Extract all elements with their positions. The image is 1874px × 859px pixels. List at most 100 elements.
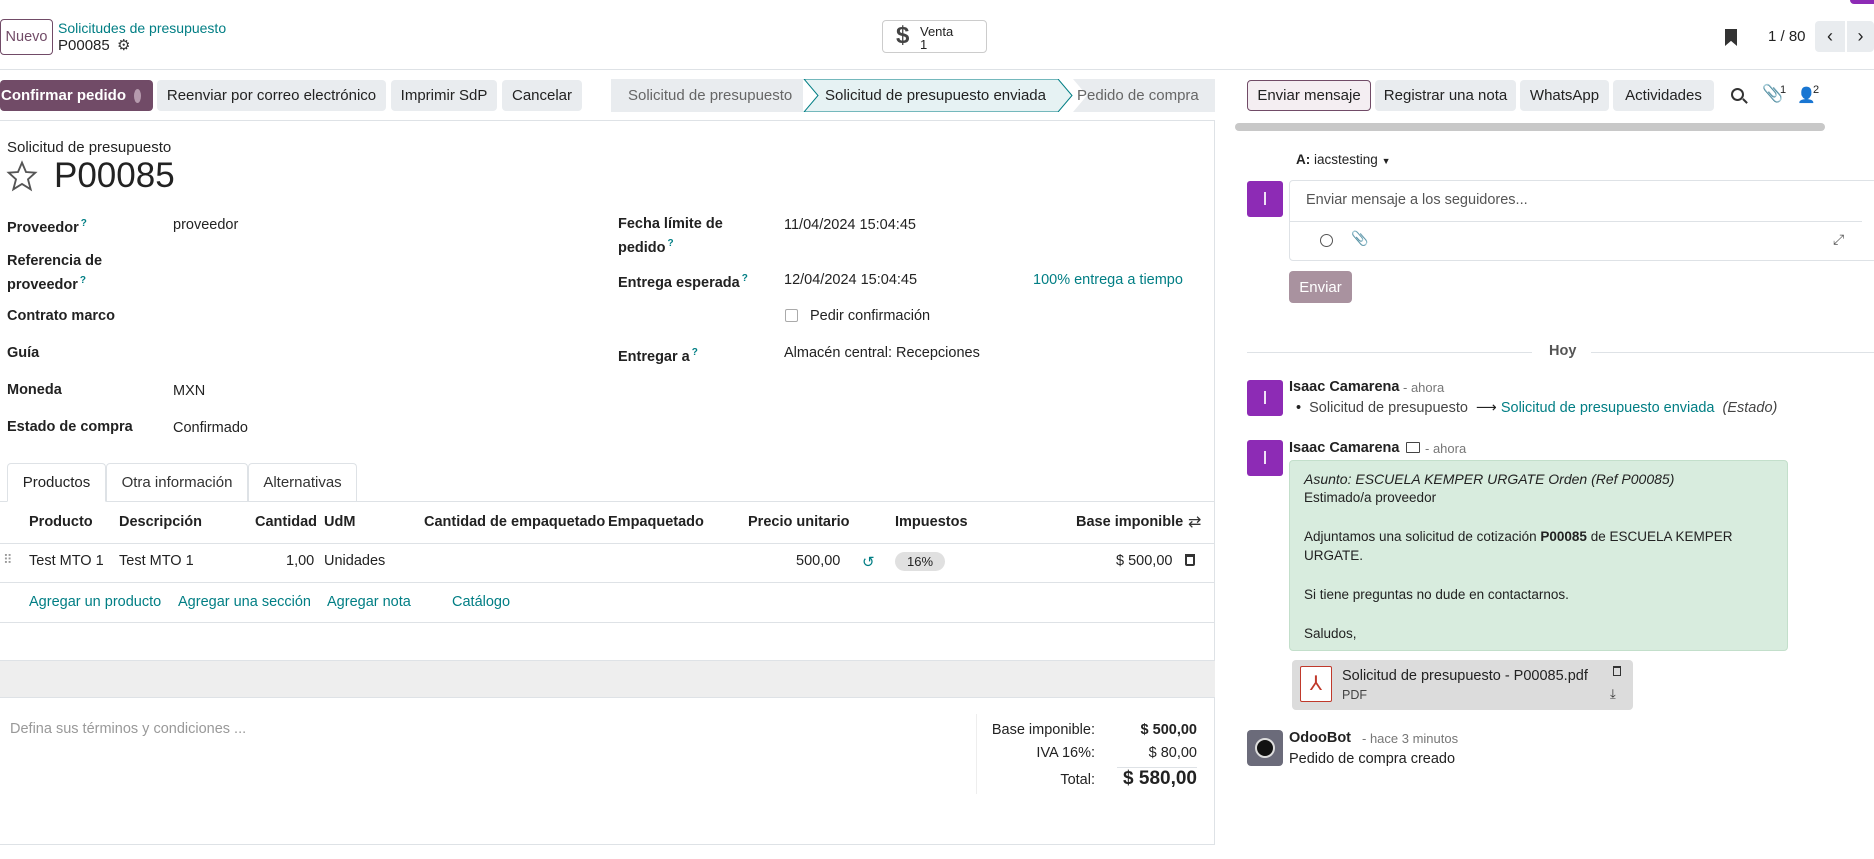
message-time: - hace 3 minutos xyxy=(1362,731,1459,746)
expected-field[interactable]: 12/04/2024 15:04:45 xyxy=(784,272,917,288)
col-unit-price[interactable]: Precio unitario xyxy=(748,514,850,530)
attachment-card[interactable]: ⅄ Solicitud de presupuesto - P00085.pdf … xyxy=(1292,660,1633,710)
history-icon[interactable]: ↺ xyxy=(862,553,875,571)
attach-icon[interactable]: 📎 xyxy=(1351,230,1368,247)
message-time: - ahora xyxy=(1425,441,1467,456)
col-taxes[interactable]: Impuestos xyxy=(895,514,968,530)
col-quantity[interactable]: Cantidad xyxy=(255,514,317,530)
composer-input[interactable]: Enviar mensaje a los seguidores... xyxy=(1306,192,1528,208)
currency-field[interactable]: MXN xyxy=(173,383,205,399)
avatar: I xyxy=(1247,380,1283,416)
smart-button-count: 1 xyxy=(920,37,928,52)
dollar-icon: $ xyxy=(896,22,910,49)
confirm-order-button[interactable]: Confirmar pedido xyxy=(0,80,153,111)
purchase-state-label: Estado de compra xyxy=(7,419,133,435)
cancel-button[interactable]: Cancelar xyxy=(502,80,582,111)
deliver-to-label: Entregar a? xyxy=(618,347,698,365)
star-icon[interactable] xyxy=(6,160,38,195)
row-description[interactable]: Test MTO 1 xyxy=(119,553,194,569)
whatsapp-button[interactable]: WhatsApp xyxy=(1520,80,1609,111)
form-title: P00085 xyxy=(54,156,175,195)
col-packaging[interactable]: Empaquetado xyxy=(608,514,704,530)
terms-input[interactable]: Defina sus términos y condiciones ... xyxy=(10,721,246,737)
confirm-checkbox[interactable] xyxy=(785,309,798,322)
trash-icon[interactable] xyxy=(1613,666,1621,676)
message-author[interactable]: Isaac Camarena xyxy=(1289,379,1399,395)
contract-label: Contrato marco xyxy=(7,308,115,324)
message-author[interactable]: Isaac Camarena xyxy=(1289,440,1399,456)
activities-button[interactable]: Actividades xyxy=(1613,80,1714,111)
message-author[interactable]: OdooBot xyxy=(1289,730,1351,746)
resend-email-button[interactable]: Reenviar por correo electrónico xyxy=(157,80,386,111)
expected-label: Entrega esperada? xyxy=(618,273,748,291)
trash-icon[interactable] xyxy=(1185,554,1195,566)
iva-label: IVA 16%: xyxy=(1036,745,1095,761)
odoobot-avatar xyxy=(1247,730,1283,766)
envelope-icon xyxy=(1406,442,1420,453)
pager-next-button[interactable]: › xyxy=(1847,21,1874,52)
tab-alternatives[interactable]: Alternativas xyxy=(248,463,357,502)
pager-prev-button[interactable]: ‹ xyxy=(1815,21,1845,52)
catalog-link[interactable]: Catálogo xyxy=(452,594,510,610)
pager[interactable]: 1 / 80 xyxy=(1768,28,1806,45)
base-value: $ 500,00 xyxy=(1140,722,1197,738)
record-name: P00085 xyxy=(58,37,110,54)
row-quantity[interactable]: 1,00 xyxy=(286,553,314,569)
iva-value: $ 80,00 xyxy=(1148,745,1197,761)
message-time: - ahora xyxy=(1403,380,1445,395)
emoji-icon[interactable] xyxy=(1320,234,1333,247)
col-description[interactable]: Descripción xyxy=(119,514,202,530)
supplier-ref-label: Referencia de proveedor? xyxy=(7,253,103,293)
tab-products[interactable]: Productos xyxy=(7,463,106,502)
currency-label: Moneda xyxy=(7,382,62,398)
confirm-checkbox-label[interactable]: Pedir confirmación xyxy=(810,308,930,324)
user-circle-icon xyxy=(134,88,141,103)
send-message-button[interactable]: Enviar mensaje xyxy=(1247,80,1371,111)
supplier-field[interactable]: proveedor xyxy=(173,217,238,233)
new-button[interactable]: Nuevo xyxy=(0,19,53,55)
bookmark-icon[interactable] xyxy=(1725,29,1737,46)
col-subtotal[interactable]: Base imponible xyxy=(1076,514,1183,530)
col-uom[interactable]: UdM xyxy=(324,514,355,530)
table-footer-band xyxy=(0,660,1215,698)
deliver-to-field[interactable]: Almacén central: Recepciones xyxy=(784,345,980,361)
drag-handle-icon[interactable]: ⠿ xyxy=(3,552,12,568)
tab-other-info[interactable]: Otra información xyxy=(106,463,248,502)
log-note-button[interactable]: Registrar una nota xyxy=(1375,80,1516,111)
expand-icon[interactable]: ⤢ xyxy=(1833,231,1844,248)
breadcrumb[interactable]: Solicitudes de presupuesto xyxy=(58,20,226,36)
row-product[interactable]: Test MTO 1 xyxy=(29,553,104,569)
date-separator: Hoy xyxy=(1549,343,1577,359)
status-step-draft[interactable]: Solicitud de presupuesto xyxy=(628,87,792,104)
attachments-count: 1 xyxy=(1780,84,1787,96)
add-section-link[interactable]: Agregar una sección xyxy=(178,594,311,610)
status-step-purchase[interactable]: Pedido de compra xyxy=(1077,87,1199,104)
deadline-field[interactable]: 11/04/2024 15:04:45 xyxy=(784,217,916,233)
avatar: I xyxy=(1247,440,1283,476)
corner-indicator xyxy=(1850,0,1874,4)
email-message-body: Asunto: ESCUELA KEMPER URGATE Orden (Ref… xyxy=(1289,460,1788,651)
chatter-scrollbar[interactable] xyxy=(1235,123,1825,131)
total-label: Total: xyxy=(1060,772,1095,788)
status-step-sent[interactable]: Solicitud de presupuesto enviada xyxy=(825,87,1046,104)
purchase-state-field: Confirmado xyxy=(173,420,248,436)
followers-count: 2 xyxy=(1813,84,1820,96)
download-icon[interactable]: ⤓ xyxy=(1610,686,1616,702)
column-settings-icon[interactable]: ⇄ xyxy=(1188,512,1201,532)
gear-icon[interactable]: ⚙ xyxy=(117,36,130,54)
composer-box[interactable]: Enviar mensaje a los seguidores... 📎 ⤢ xyxy=(1289,180,1874,261)
add-note-link[interactable]: Agregar nota xyxy=(327,594,411,610)
col-product[interactable]: Producto xyxy=(29,514,93,530)
row-uom[interactable]: Unidades xyxy=(324,553,385,569)
col-packaging-qty[interactable]: Cantidad de empaquetado xyxy=(424,514,605,530)
print-rfq-button[interactable]: Imprimir SdP xyxy=(391,80,497,111)
send-button[interactable]: Enviar xyxy=(1289,271,1352,303)
guide-label: Guía xyxy=(7,345,40,361)
add-product-link[interactable]: Agregar un producto xyxy=(29,594,161,610)
sale-smart-button[interactable]: $ Venta 1 xyxy=(882,20,987,53)
total-value: $ 580,00 xyxy=(1123,768,1197,789)
tax-badge[interactable]: 16% xyxy=(895,552,945,571)
row-unit-price[interactable]: 500,00 xyxy=(796,553,840,569)
message-body: Pedido de compra creado xyxy=(1289,751,1456,767)
base-label: Base imponible: xyxy=(991,722,1095,738)
